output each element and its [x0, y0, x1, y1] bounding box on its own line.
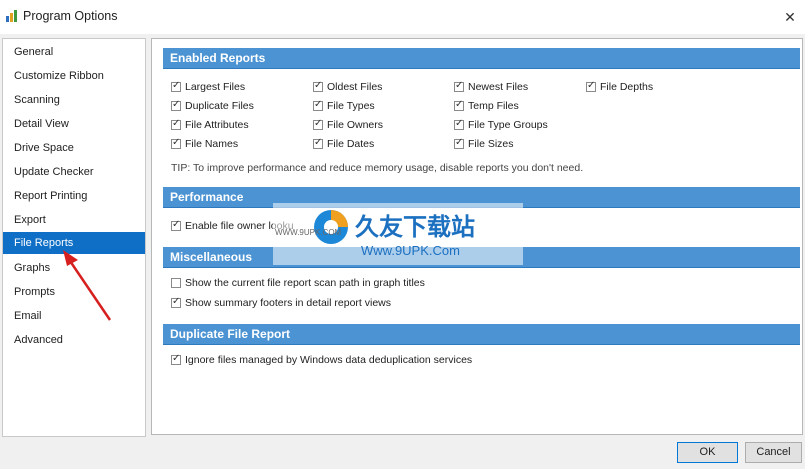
checkbox-label: File Type Groups [468, 119, 548, 131]
section-title: Miscellaneous [170, 250, 253, 264]
red-arrow-annotation [63, 250, 112, 321]
sidebar-item-scanning[interactable]: Scanning [3, 89, 145, 111]
checkbox-label: Newest Files [468, 81, 529, 93]
window-title: Program Options [23, 9, 118, 23]
checkbox-label: File Dates [327, 138, 375, 150]
checkbox-box[interactable] [313, 118, 323, 130]
close-button[interactable]: ✕ [775, 0, 805, 34]
checkbox-box[interactable] [171, 278, 181, 288]
checkbox-label: Show the current file report scan path i… [185, 277, 425, 289]
app-icon [6, 10, 17, 22]
checkbox-box[interactable] [586, 80, 596, 92]
checkbox-label: Duplicate Files [185, 100, 254, 112]
section-title: Duplicate File Report [170, 327, 291, 341]
sidebar-item-export[interactable]: Export [3, 209, 145, 231]
checkbox-box[interactable] [171, 80, 181, 92]
sidebar-item-drive-space[interactable]: Drive Space [3, 137, 145, 159]
checkbox-file-dates[interactable]: File Dates [313, 137, 374, 151]
ok-button[interactable]: OK [677, 442, 738, 463]
close-icon: ✕ [784, 8, 796, 25]
checkbox-label: Ignore files managed by Windows data ded… [185, 354, 473, 366]
checkbox-largest-files[interactable]: Largest Files [171, 80, 245, 94]
watermark-title: 久友下载站 [355, 213, 475, 241]
checkbox-label: Oldest Files [327, 81, 383, 93]
watermark-small-url: WWW.9UPK.COM [275, 228, 342, 237]
checkbox-duplicate-files[interactable]: Duplicate Files [171, 99, 254, 113]
watermark: 久友下载站 Www.9UPK.Com WWW.9UPK.COM [273, 203, 523, 265]
checkbox-label: File Attributes [185, 119, 249, 131]
checkbox-box[interactable] [171, 99, 181, 111]
checkbox-box[interactable] [313, 99, 323, 111]
checkbox-box[interactable] [313, 80, 323, 92]
options-sidebar: General Customize Ribbon Scanning Detail… [2, 38, 146, 437]
checkbox-ignore-deduplicated-files[interactable]: Ignore files managed by Windows data ded… [171, 353, 472, 367]
checkbox-show-summary-footers[interactable]: Show summary footers in detail report vi… [171, 296, 391, 310]
checkbox-box[interactable] [171, 137, 181, 149]
checkbox-box[interactable] [171, 118, 181, 130]
checkbox-box[interactable] [313, 137, 323, 149]
checkbox-oldest-files[interactable]: Oldest Files [313, 80, 382, 94]
checkbox-file-owners[interactable]: File Owners [313, 118, 383, 132]
checkbox-label: File Names [185, 138, 239, 150]
sidebar-item-report-printing[interactable]: Report Printing [3, 185, 145, 207]
tip-text: TIP: To improve performance and reduce m… [171, 162, 584, 174]
sidebar-item-advanced[interactable]: Advanced [3, 329, 145, 351]
sidebar-item-customize-ribbon[interactable]: Customize Ribbon [3, 65, 145, 87]
checkbox-file-sizes[interactable]: File Sizes [454, 137, 514, 151]
checkbox-file-depths[interactable]: File Depths [586, 80, 653, 94]
checkbox-box[interactable] [454, 137, 464, 149]
checkbox-label: File Types [327, 100, 375, 112]
checkbox-box[interactable] [454, 80, 464, 92]
checkbox-label: Temp Files [468, 100, 519, 112]
checkbox-box[interactable] [171, 296, 181, 308]
sidebar-item-update-checker[interactable]: Update Checker [3, 161, 145, 183]
section-title: Performance [170, 190, 244, 204]
section-title: Enabled Reports [170, 51, 266, 65]
checkbox-box[interactable] [171, 353, 181, 365]
cancel-button[interactable]: Cancel [745, 442, 802, 463]
checkbox-box[interactable] [454, 118, 464, 130]
checkbox-show-scan-path-in-graph-titles[interactable]: Show the current file report scan path i… [171, 276, 425, 290]
title-bar: Program Options ✕ [0, 0, 805, 34]
sidebar-item-general[interactable]: General [3, 41, 145, 63]
checkbox-file-type-groups[interactable]: File Type Groups [454, 118, 548, 132]
checkbox-label: File Owners [327, 119, 384, 131]
checkbox-temp-files[interactable]: Temp Files [454, 99, 519, 113]
checkbox-label: File Sizes [468, 138, 514, 150]
watermark-url: Www.9UPK.Com [361, 243, 460, 258]
watermark-logo-icon [314, 210, 348, 244]
checkbox-newest-files[interactable]: Newest Files [454, 80, 528, 94]
checkbox-label: Show summary footers in detail report vi… [185, 297, 391, 309]
checkbox-label: Largest Files [185, 81, 246, 93]
checkbox-file-names[interactable]: File Names [171, 137, 238, 151]
sidebar-item-detail-view[interactable]: Detail View [3, 113, 145, 135]
checkbox-label: File Depths [600, 81, 654, 93]
section-header-enabled-reports: Enabled Reports [163, 48, 800, 69]
section-header-duplicate-file-report: Duplicate File Report [163, 324, 800, 345]
checkbox-box[interactable] [171, 219, 181, 231]
checkbox-file-attributes[interactable]: File Attributes [171, 118, 249, 132]
checkbox-box[interactable] [454, 99, 464, 111]
checkbox-file-types[interactable]: File Types [313, 99, 375, 113]
